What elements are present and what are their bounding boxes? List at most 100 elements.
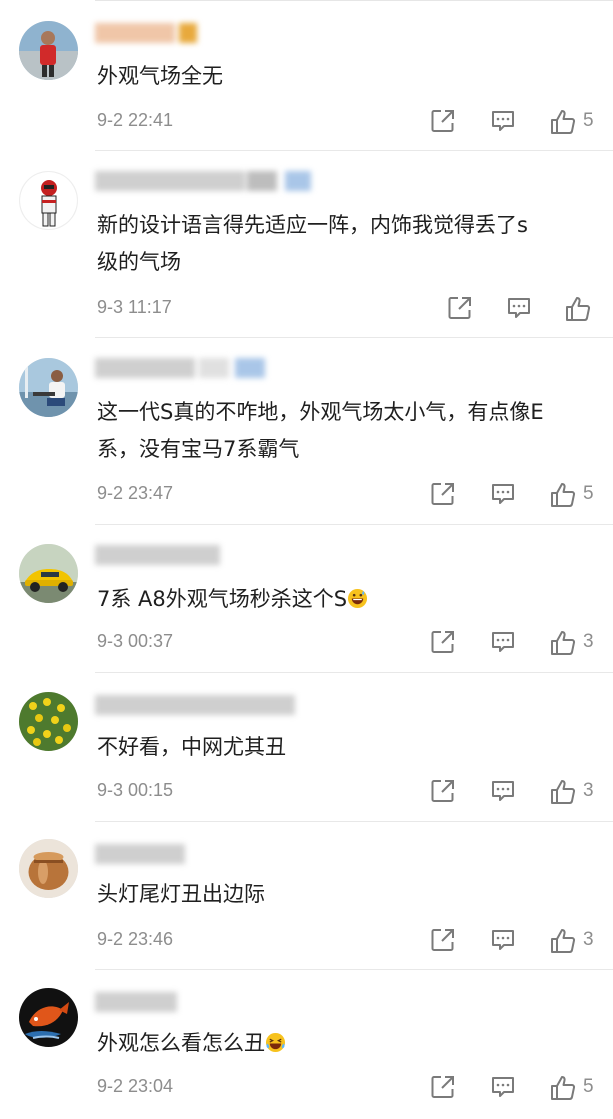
like-button[interactable]: 3 (549, 927, 609, 955)
comment-text: 头灯尾灯丑出边际 (97, 882, 265, 906)
like-button[interactable] (564, 295, 613, 323)
comment-text: 外观气场全无 (97, 64, 223, 88)
comment-meta: 9-2 23:47 5 (97, 481, 607, 509)
avatar[interactable] (19, 171, 78, 230)
username-blurred[interactable] (95, 843, 185, 867)
share-icon (431, 780, 454, 802)
avatar[interactable] (19, 544, 78, 603)
comment-meta: 9-3 11:17 (97, 295, 607, 323)
username-blurred[interactable] (95, 544, 220, 568)
divider (95, 969, 613, 970)
comment-time: 9-2 23:46 (97, 929, 174, 949)
reply-button[interactable] (490, 481, 516, 509)
like-count: 5 (583, 110, 594, 131)
reply-button[interactable] (490, 927, 516, 955)
comment-time: 9-3 00:37 (97, 631, 174, 651)
avatar[interactable] (19, 358, 78, 417)
avatar-image (19, 692, 78, 751)
comment-time: 9-2 23:47 (97, 483, 174, 503)
reply-icon (492, 1077, 514, 1097)
share-button[interactable] (430, 481, 456, 509)
reply-icon (492, 632, 514, 652)
avatar-image (19, 839, 78, 898)
thumbs-up-icon (566, 297, 591, 321)
like-button[interactable]: 5 (549, 108, 609, 136)
comment-meta: 9-3 00:37 3 (97, 629, 607, 657)
avatar-image (19, 358, 78, 417)
like-button[interactable]: 5 (549, 481, 609, 509)
thumbs-up-icon (551, 1076, 576, 1100)
share-button[interactable] (430, 629, 456, 657)
comment-text: 7系 A8外观气场秒杀这个S (97, 581, 597, 618)
comment-meta: 9-2 23:04 5 (97, 1074, 607, 1102)
thumbs-up-icon (551, 780, 576, 804)
divider (95, 337, 613, 338)
reply-button[interactable] (490, 778, 516, 806)
avatar-image (19, 988, 78, 1047)
thumbs-up-icon (551, 929, 576, 953)
like-count: 3 (583, 780, 594, 801)
share-icon (431, 1076, 454, 1098)
avatar-image (19, 544, 78, 603)
share-icon (431, 631, 454, 653)
comment-text: 外观怎么看怎么丑 (97, 1025, 597, 1062)
divider (95, 0, 613, 1)
like-button[interactable]: 3 (549, 778, 609, 806)
reply-icon (492, 930, 514, 950)
avatar[interactable] (19, 692, 78, 751)
username-blurred[interactable] (95, 991, 177, 1015)
username-blurred[interactable] (95, 170, 311, 194)
share-icon (448, 297, 471, 319)
like-count: 3 (583, 929, 594, 950)
share-button[interactable] (430, 778, 456, 806)
reply-button[interactable] (490, 629, 516, 657)
avatar[interactable] (19, 988, 78, 1047)
share-button[interactable] (447, 295, 473, 323)
reply-button[interactable] (490, 108, 516, 136)
share-icon (431, 929, 454, 951)
comment-time: 9-2 22:41 (97, 110, 174, 130)
comment-text: 这一代S真的不咋地，外观气场太小气，有点像E 系，没有宝马7系霸气 (97, 400, 544, 461)
thumbs-up-icon (551, 483, 576, 507)
reply-icon (508, 298, 530, 318)
divider (95, 672, 613, 673)
divider (95, 150, 613, 151)
avatar-image (19, 21, 78, 80)
share-icon (431, 483, 454, 505)
comment-text: 不好看，中网尤其丑 (97, 735, 286, 759)
comment-feed: 外观气场全无 9-2 22:41 5 新的设计语言得先适应一阵，内饰我觉得丢了s… (0, 0, 613, 1119)
reply-button[interactable] (490, 1074, 516, 1102)
comment-text: 新的设计语言得先适应一阵，内饰我觉得丢了s 级的气场 (97, 213, 528, 274)
crying-laughing-emoji (265, 1032, 286, 1053)
comment-time: 9-2 23:04 (97, 1076, 174, 1096)
reply-icon (492, 484, 514, 504)
like-count: 5 (583, 483, 594, 504)
share-button[interactable] (430, 108, 456, 136)
like-button[interactable]: 5 (549, 1074, 609, 1102)
avatar[interactable] (19, 839, 78, 898)
avatar-image (20, 172, 77, 229)
comment-text-content: 7系 A8外观气场秒杀这个S (97, 587, 348, 611)
comment-meta: 9-2 23:46 3 (97, 927, 607, 955)
comment-time: 9-3 00:15 (97, 780, 174, 800)
username-blurred[interactable] (95, 22, 197, 46)
divider (95, 524, 613, 525)
like-button[interactable]: 3 (549, 629, 609, 657)
username-blurred[interactable] (95, 357, 265, 381)
comment-meta: 9-3 00:15 3 (97, 778, 607, 806)
comment-text-content: 外观怎么看怎么丑 (97, 1031, 265, 1055)
thumbs-up-icon (551, 110, 576, 134)
avatar[interactable] (19, 21, 78, 80)
comment-meta: 9-2 22:41 5 (97, 108, 607, 136)
share-icon (431, 110, 454, 132)
reply-button[interactable] (506, 295, 532, 323)
username-blurred[interactable] (95, 694, 295, 718)
divider (95, 821, 613, 822)
thumbs-up-icon (551, 631, 576, 655)
like-count: 5 (583, 1076, 594, 1097)
reply-icon (492, 781, 514, 801)
share-button[interactable] (430, 1074, 456, 1102)
comment-time: 9-3 11:17 (97, 297, 172, 317)
reply-icon (492, 111, 514, 131)
share-button[interactable] (430, 927, 456, 955)
